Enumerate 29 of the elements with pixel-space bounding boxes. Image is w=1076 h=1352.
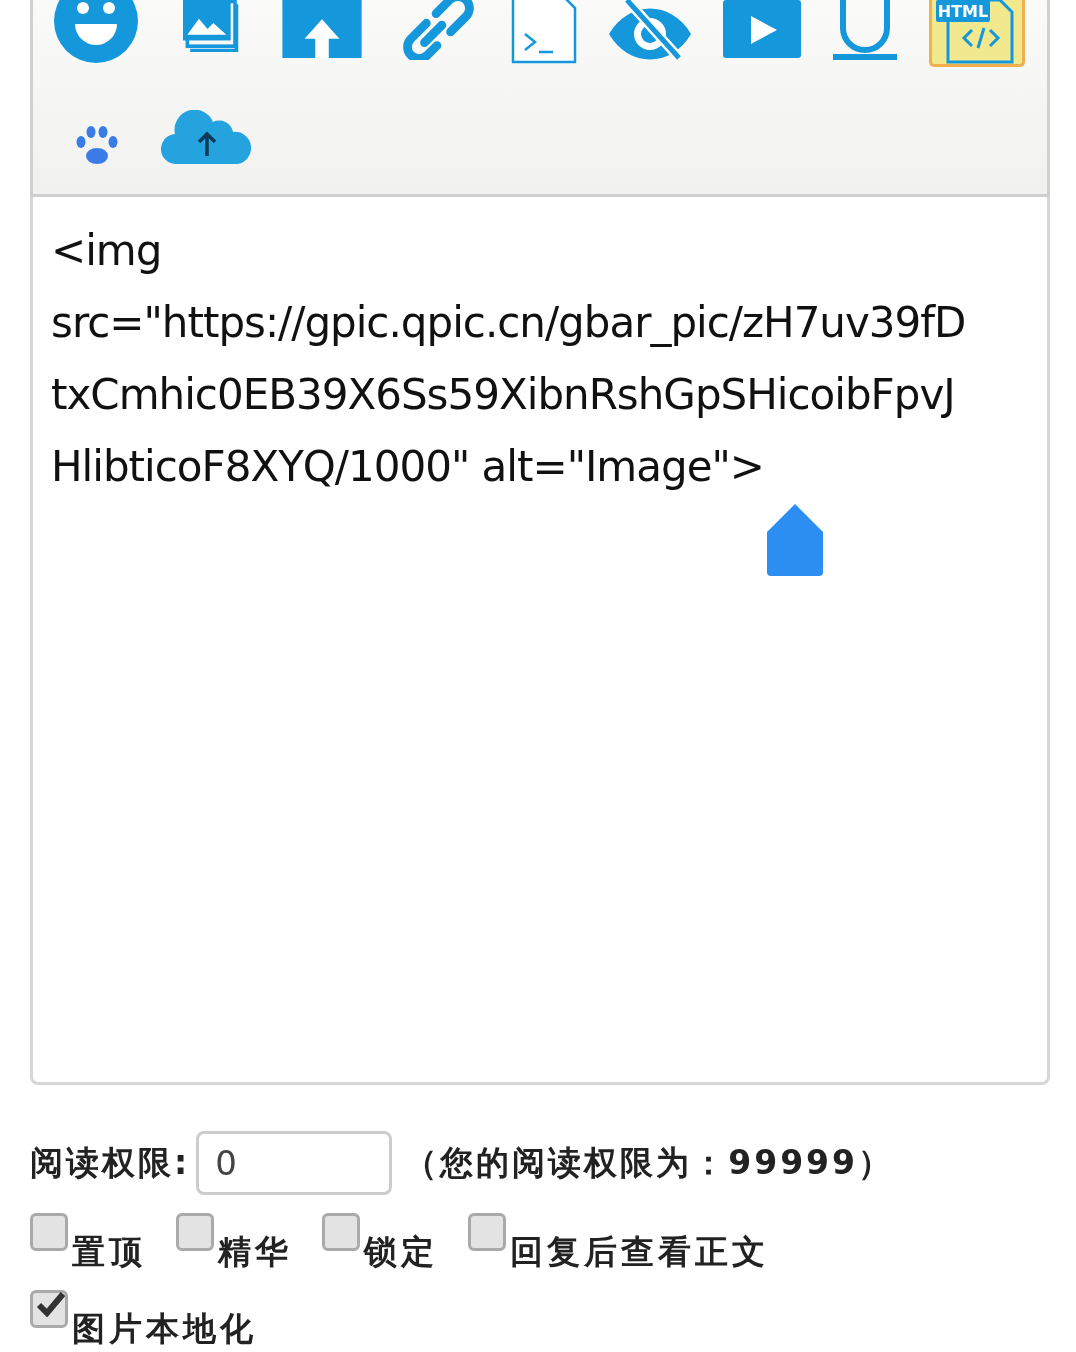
read-permission-label: 阅读权限: [30,1141,191,1184]
option-label[interactable]: 锁定 [364,1232,438,1271]
video-play-icon [723,0,801,58]
option-label[interactable]: 回复后查看正文 [510,1232,769,1271]
option-label[interactable]: 图片本地化 [72,1309,257,1348]
smiley-icon [53,0,139,64]
html-editor[interactable]: <img src="https://gpic.qpic.cn/gbar_pic/zH7uv39fD txCmhic0EB39X6Ss59XibnRshGpSHicoibFpvJ HlibticoF8XYQ/1000" alt="Image"> [30,197,1050,1085]
code-line: txCmhic0EB39X6Ss59XibnRshGpSHicoibFpvJ [51,369,956,421]
code-line: <img [51,225,163,277]
cursor-handle-icon[interactable] [767,504,823,576]
checkbox[interactable] [468,1213,506,1251]
permission-note: （您的阅读权限为：99999） [404,1141,894,1184]
checkbox[interactable] [176,1213,214,1251]
eye-slash-icon [607,0,693,60]
code-line: HlibticoF8XYQ/1000" alt="Image"> [51,441,765,493]
checkbox[interactable] [30,1290,68,1328]
option-label[interactable]: 精华 [218,1232,292,1271]
option-label[interactable]: 置顶 [72,1232,146,1271]
code-line: src="https://gpic.qpic.cn/gbar_pic/zH7uv39fD [51,297,967,349]
checkbox[interactable] [322,1213,360,1251]
check-icon [36,1291,66,1317]
underline-icon [831,0,899,62]
toolbar-button[interactable] [161,110,251,166]
terminal-icon [511,0,577,64]
folder-upload-icon [279,0,365,58]
cloud-upload-icon [161,110,251,166]
read-permission-field[interactable]: 0 [196,1131,393,1195]
paw-icon [75,126,119,166]
checkbox[interactable] [30,1213,68,1251]
